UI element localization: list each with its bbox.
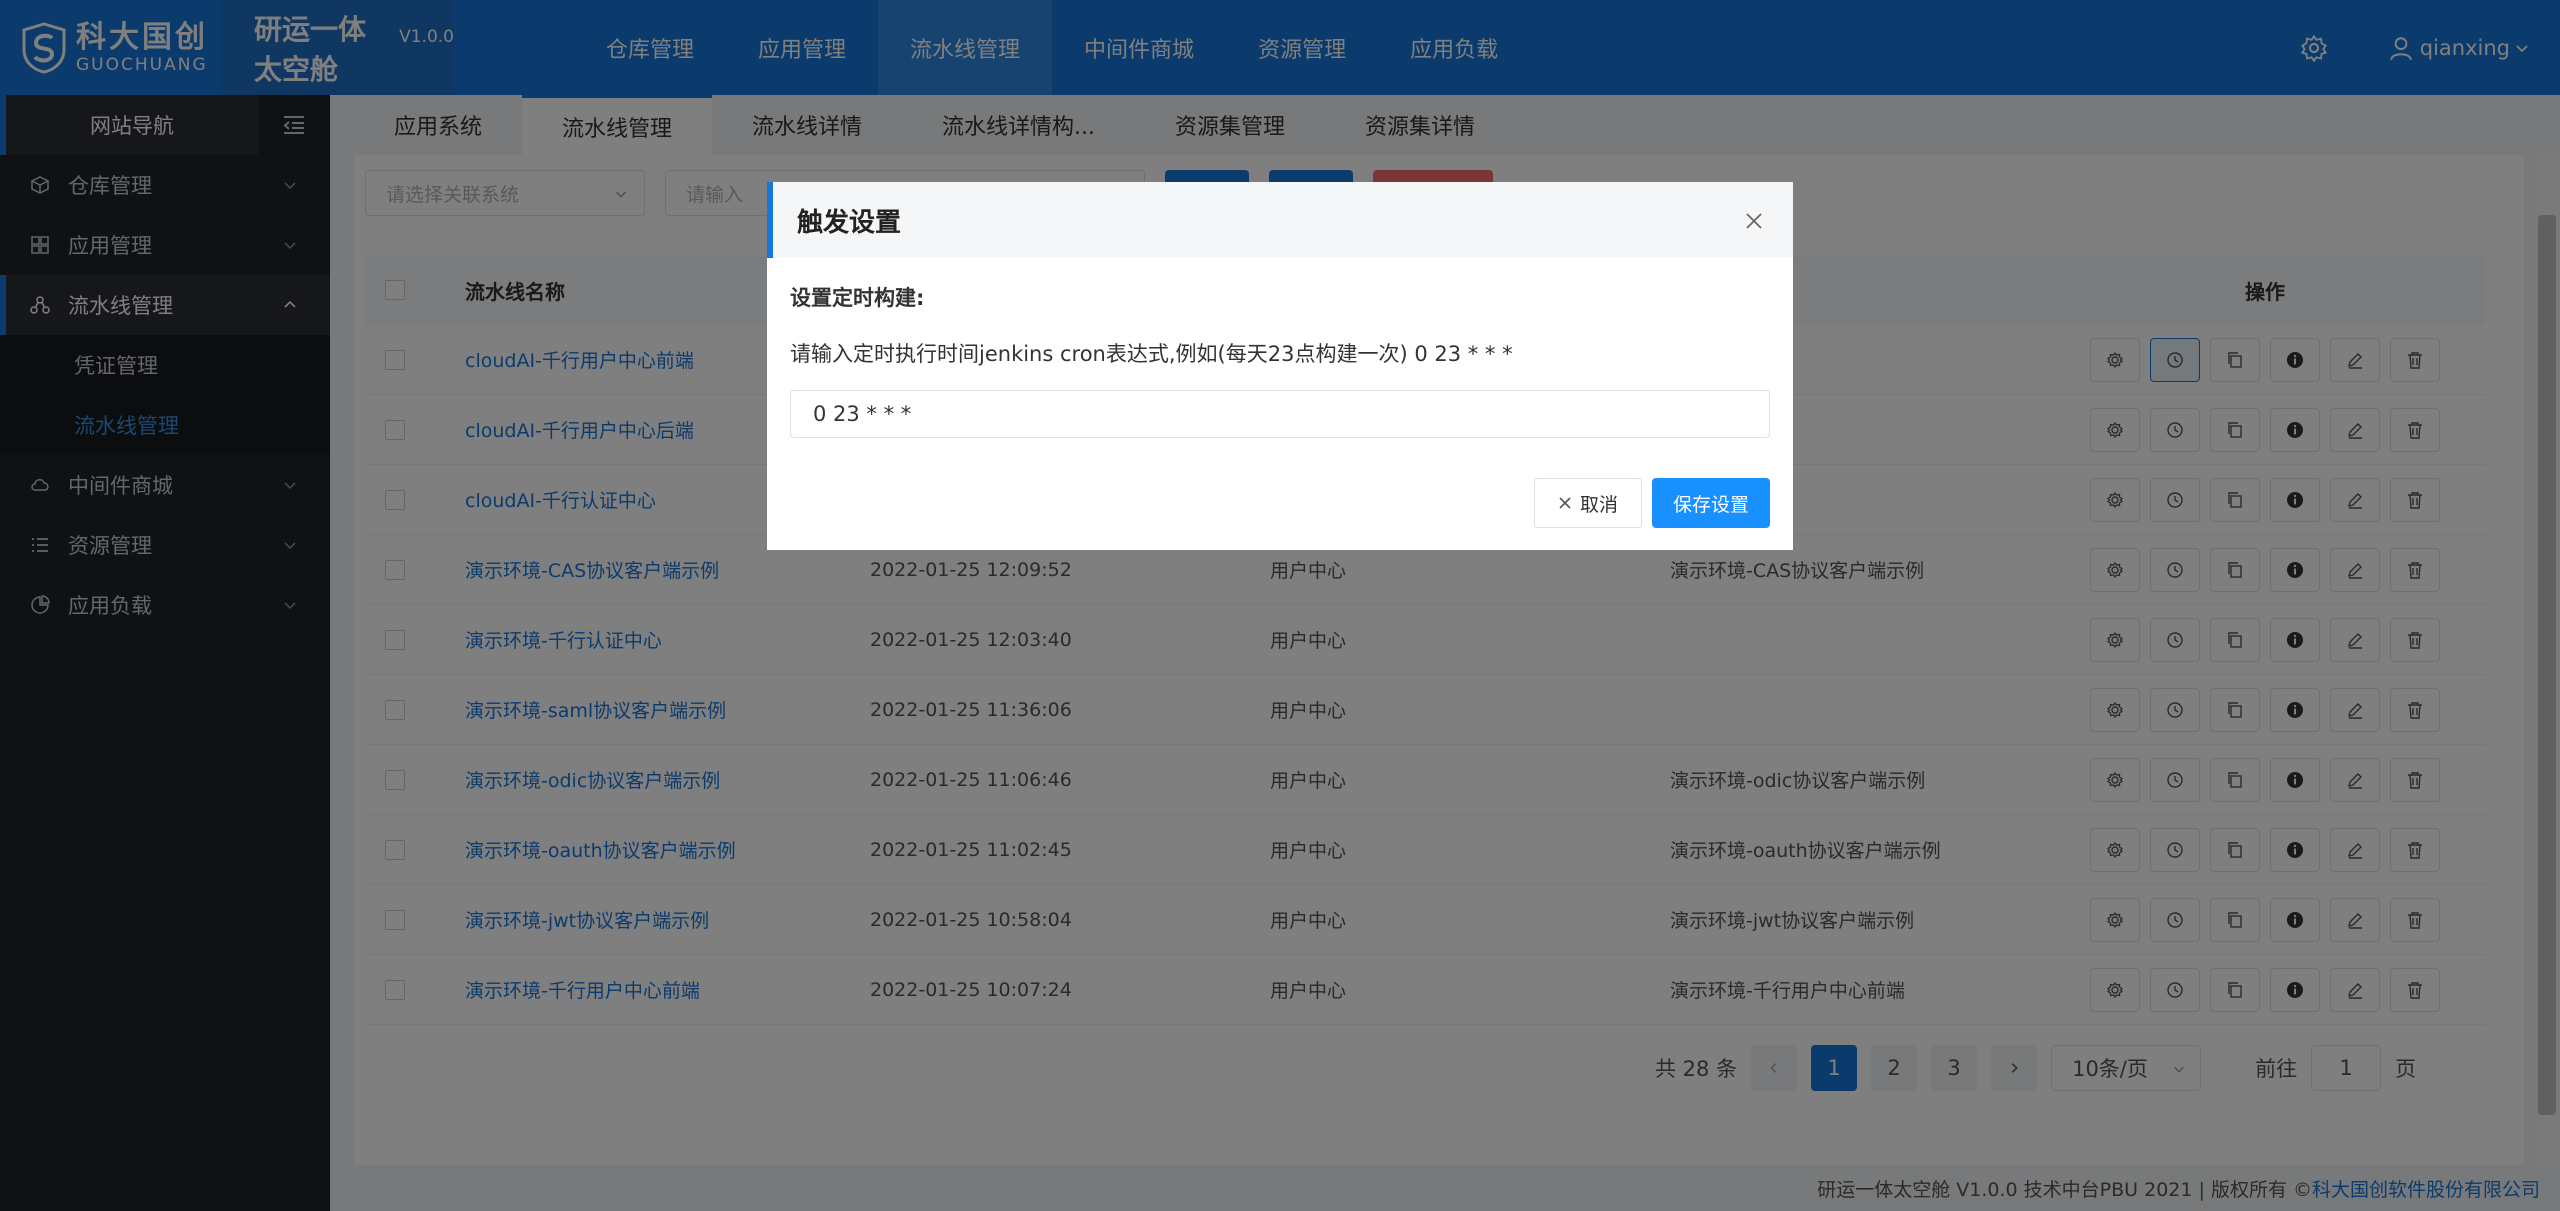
trigger-settings-dialog: 触发设置 设置定时构建: 请输入定时执行时间jenkins cron表达式,例如… — [767, 182, 1793, 550]
close-icon — [1559, 497, 1571, 509]
dialog-header: 触发设置 — [767, 182, 1793, 258]
dialog-title: 触发设置 — [797, 207, 902, 238]
cancel-button[interactable]: 取消 — [1534, 478, 1642, 528]
save-button[interactable]: 保存设置 — [1652, 478, 1770, 528]
cron-input[interactable]: 0 23 * * * — [790, 390, 1770, 438]
dialog-body: 设置定时构建: 请输入定时执行时间jenkins cron表达式,例如(每天23… — [767, 258, 1793, 438]
cron-label: 设置定时构建: — [790, 286, 925, 310]
cancel-label: 取消 — [1579, 493, 1618, 516]
dialog-footer: 取消 保存设置 — [1534, 478, 1770, 528]
close-icon[interactable] — [1745, 212, 1763, 230]
cron-hint: 请输入定时执行时间jenkins cron表达式,例如(每天23点构建一次) 0… — [790, 342, 1513, 366]
